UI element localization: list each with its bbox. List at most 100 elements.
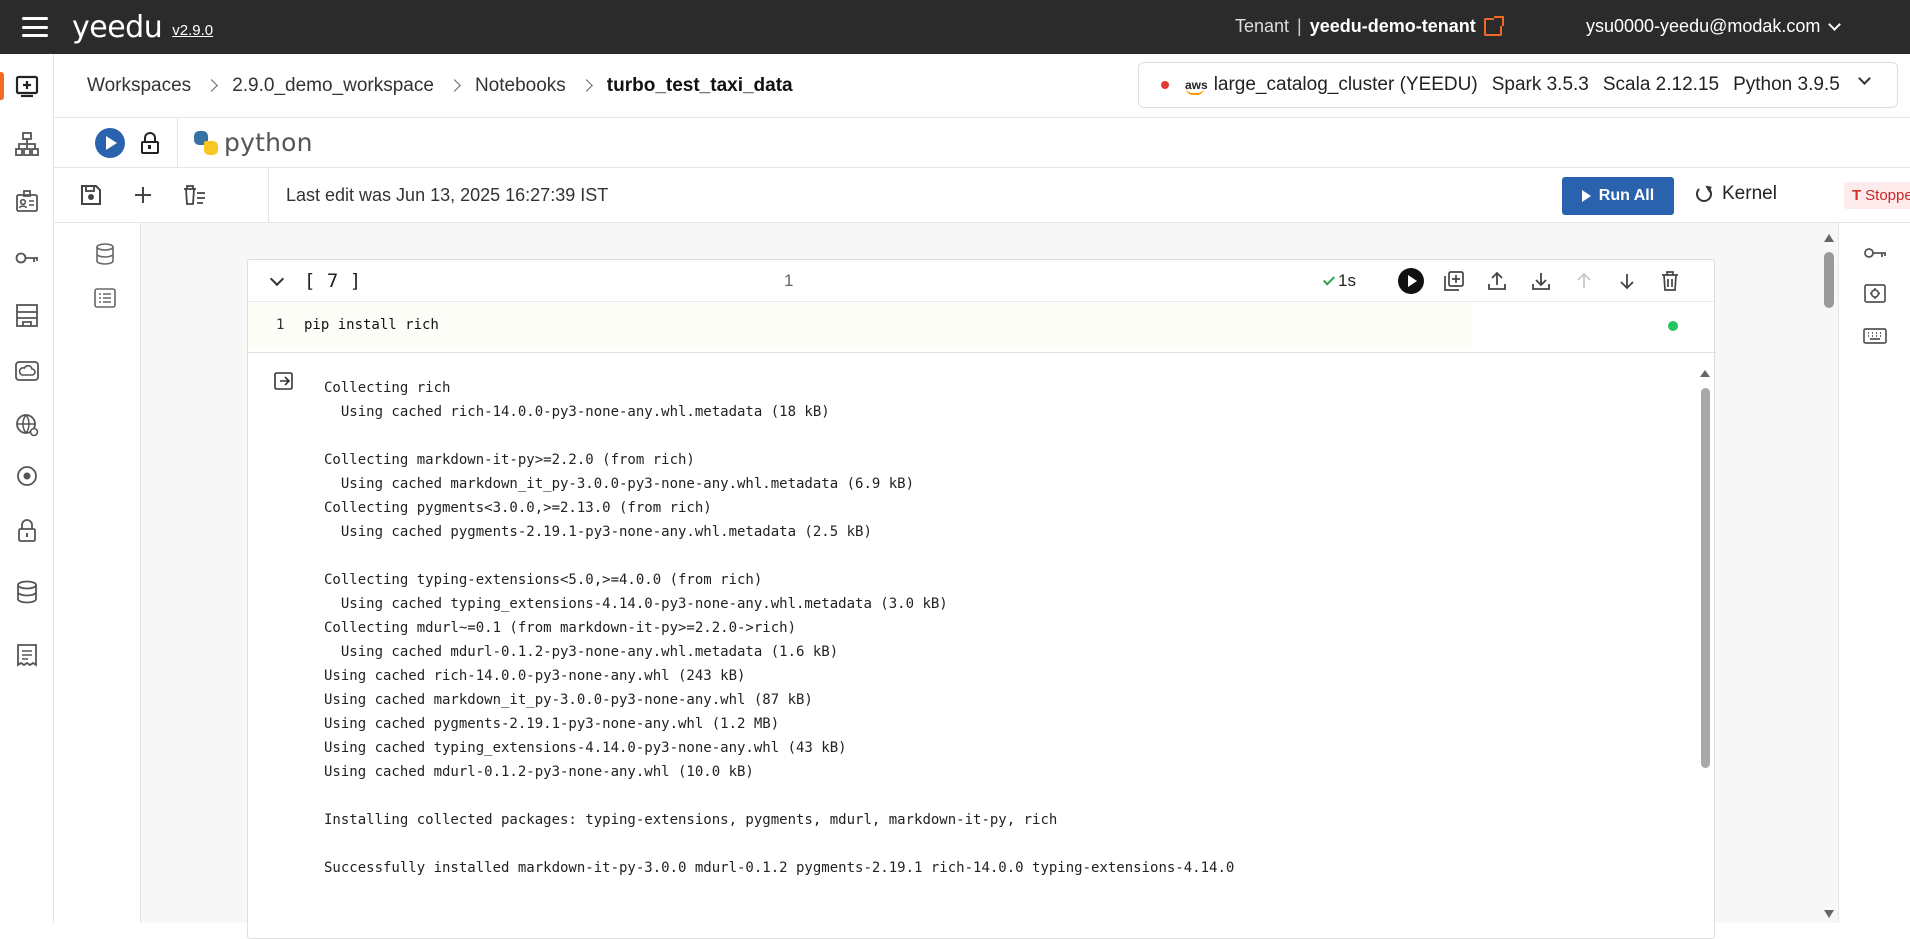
scroll-thumb[interactable] [1701, 388, 1710, 768]
database-panel-button[interactable] [92, 241, 118, 267]
sidebar-item-workflows[interactable] [0, 124, 54, 164]
chevron-right-icon [579, 79, 593, 92]
aws-icon: aws [1185, 78, 1208, 95]
move-down-button[interactable] [1614, 268, 1640, 294]
notebook-scrollbar[interactable] [1820, 230, 1838, 920]
output-line: Installing collected packages: typing-ex… [324, 812, 1058, 828]
add-cell-button[interactable] [129, 181, 157, 209]
line-number: 1 [276, 317, 285, 333]
delete-cell-button[interactable] [1657, 268, 1683, 294]
keyboard-shortcuts-button[interactable] [1862, 323, 1888, 349]
upload-icon [1488, 271, 1506, 290]
output-line: Using cached typing_extensions-4.14.0-py… [324, 596, 948, 612]
sitemap-icon [15, 132, 39, 156]
divider [248, 352, 1716, 353]
scroll-down-icon[interactable] [1824, 910, 1834, 918]
kernel-status-badge: T Stopped [1844, 182, 1910, 209]
tenant-info: Tenant | yeedu-demo-tenant [1235, 15, 1504, 37]
kernel-status-text: Stopped [1865, 187, 1910, 204]
breadcrumb-workspaces[interactable]: Workspaces [87, 75, 191, 97]
output-line: Collecting mdurl~=0.1 (from markdown-it-… [324, 620, 797, 636]
version-link[interactable]: v2.9.0 [172, 22, 213, 39]
clear-outputs-button[interactable] [180, 181, 208, 209]
output-line: Using cached markdown_it_py-3.0.0-py3-no… [324, 476, 915, 492]
breadcrumb-bar: Workspaces 2.9.0_demo_workspace Notebook… [54, 54, 1910, 118]
kernel-restart-button[interactable]: Kernel [1696, 183, 1777, 205]
settings-button[interactable] [1862, 281, 1888, 307]
python-logo-icon [194, 130, 218, 155]
cloud-box-icon [15, 361, 39, 381]
save-button[interactable] [77, 181, 105, 209]
breadcrumb-workspace[interactable]: 2.9.0_demo_workspace [232, 75, 434, 97]
divider [177, 117, 178, 168]
notebook-toolbar: Last edit was Jun 13, 2025 16:27:39 IST … [54, 168, 1910, 223]
breadcrumb-current: turbo_test_taxi_data [606, 74, 793, 96]
output-text: Collecting rich Using cached rich-14.0.0… [324, 376, 1234, 880]
breadcrumb-notebooks[interactable]: Notebooks [475, 75, 566, 97]
execution-count: [ 7 ] [304, 270, 362, 292]
code-cell[interactable]: [ 7 ] 1 1s 1 pip install rich Collecting… [247, 259, 1716, 939]
arrow-down-icon [1620, 274, 1634, 290]
insert-below-button[interactable] [1528, 268, 1554, 294]
cluster-selector[interactable]: aws large_catalog_cluster (YEEDU) Spark … [1138, 62, 1898, 108]
sidebar-item-secrets[interactable] [0, 238, 54, 278]
chevron-down-icon[interactable] [269, 271, 285, 287]
spark-version: Spark 3.5.3 [1491, 74, 1589, 95]
plus-icon [135, 187, 151, 203]
user-menu[interactable]: ysu0000-yeedu@modak.com [1586, 16, 1842, 37]
copy-add-icon [1444, 271, 1464, 291]
python-version: Python 3.9.5 [1733, 74, 1840, 95]
tenant-name: yeedu-demo-tenant [1309, 16, 1476, 36]
external-link-icon[interactable] [1483, 15, 1504, 36]
code-text[interactable]: pip install rich [304, 317, 439, 333]
run-cell-button[interactable] [1398, 268, 1424, 294]
outline-panel-button[interactable] [92, 285, 118, 311]
notebook-canvas: [ 7 ] 1 1s 1 pip install rich Collecting… [141, 223, 1838, 939]
code-editor[interactable]: 1 pip install rich [248, 302, 1714, 352]
insert-above-button[interactable] [1484, 268, 1510, 294]
sidebar-item-catalog[interactable] [0, 572, 54, 612]
move-up-button[interactable] [1571, 268, 1597, 294]
output-line: Collecting rich [324, 380, 451, 396]
sidebar-item-targets[interactable] [0, 456, 54, 496]
sidebar-item-notebooks[interactable] [0, 66, 54, 106]
duplicate-cell-button[interactable] [1441, 268, 1467, 294]
sidebar-item-security[interactable] [0, 511, 54, 551]
sidebar-item-billing[interactable] [0, 635, 54, 675]
sidebar-item-tenants[interactable] [0, 295, 54, 335]
output-line: Using cached mdurl-0.1.2-py3-none-any.wh… [324, 644, 839, 660]
lock-icon[interactable] [141, 131, 159, 154]
left-sidebar [0, 54, 54, 923]
output-toggle-icon[interactable] [274, 372, 294, 390]
play-icon [1581, 190, 1591, 202]
refresh-icon [1696, 186, 1712, 202]
building-icon [16, 304, 38, 327]
yeedu-logo[interactable]: yeedu [72, 10, 163, 45]
scroll-thumb[interactable] [1824, 252, 1834, 308]
sidebar-item-users[interactable] [0, 181, 54, 221]
download-icon [1532, 273, 1550, 290]
contact-card-icon [16, 190, 38, 212]
output-scrollbar[interactable] [1698, 370, 1712, 810]
delete-list-icon [184, 185, 205, 205]
scroll-up-icon[interactable] [1824, 234, 1834, 242]
tenant-separator: | [1297, 16, 1302, 36]
run-all-button[interactable]: Run All [1562, 177, 1674, 215]
cluster-name: large_catalog_cluster (YEEDU) [1213, 74, 1478, 95]
output-line: Using cached rich-14.0.0-py3-none-any.wh… [324, 404, 830, 420]
notebook-right-panel [1838, 223, 1910, 923]
sidebar-item-networks[interactable] [0, 405, 54, 445]
globe-settings-icon [16, 414, 39, 437]
kernel-label: Kernel [1722, 183, 1777, 204]
scroll-up-icon[interactable] [1700, 370, 1710, 377]
cell-header: [ 7 ] 1 1s [248, 260, 1714, 302]
secrets-button[interactable] [1862, 240, 1888, 266]
run-icon[interactable] [95, 127, 125, 158]
cell-duration: 1s [1338, 271, 1356, 290]
menu-icon[interactable] [22, 17, 48, 37]
language-name: python [224, 128, 313, 157]
sidebar-item-cloud[interactable] [0, 351, 54, 391]
key-icon [1864, 248, 1886, 258]
